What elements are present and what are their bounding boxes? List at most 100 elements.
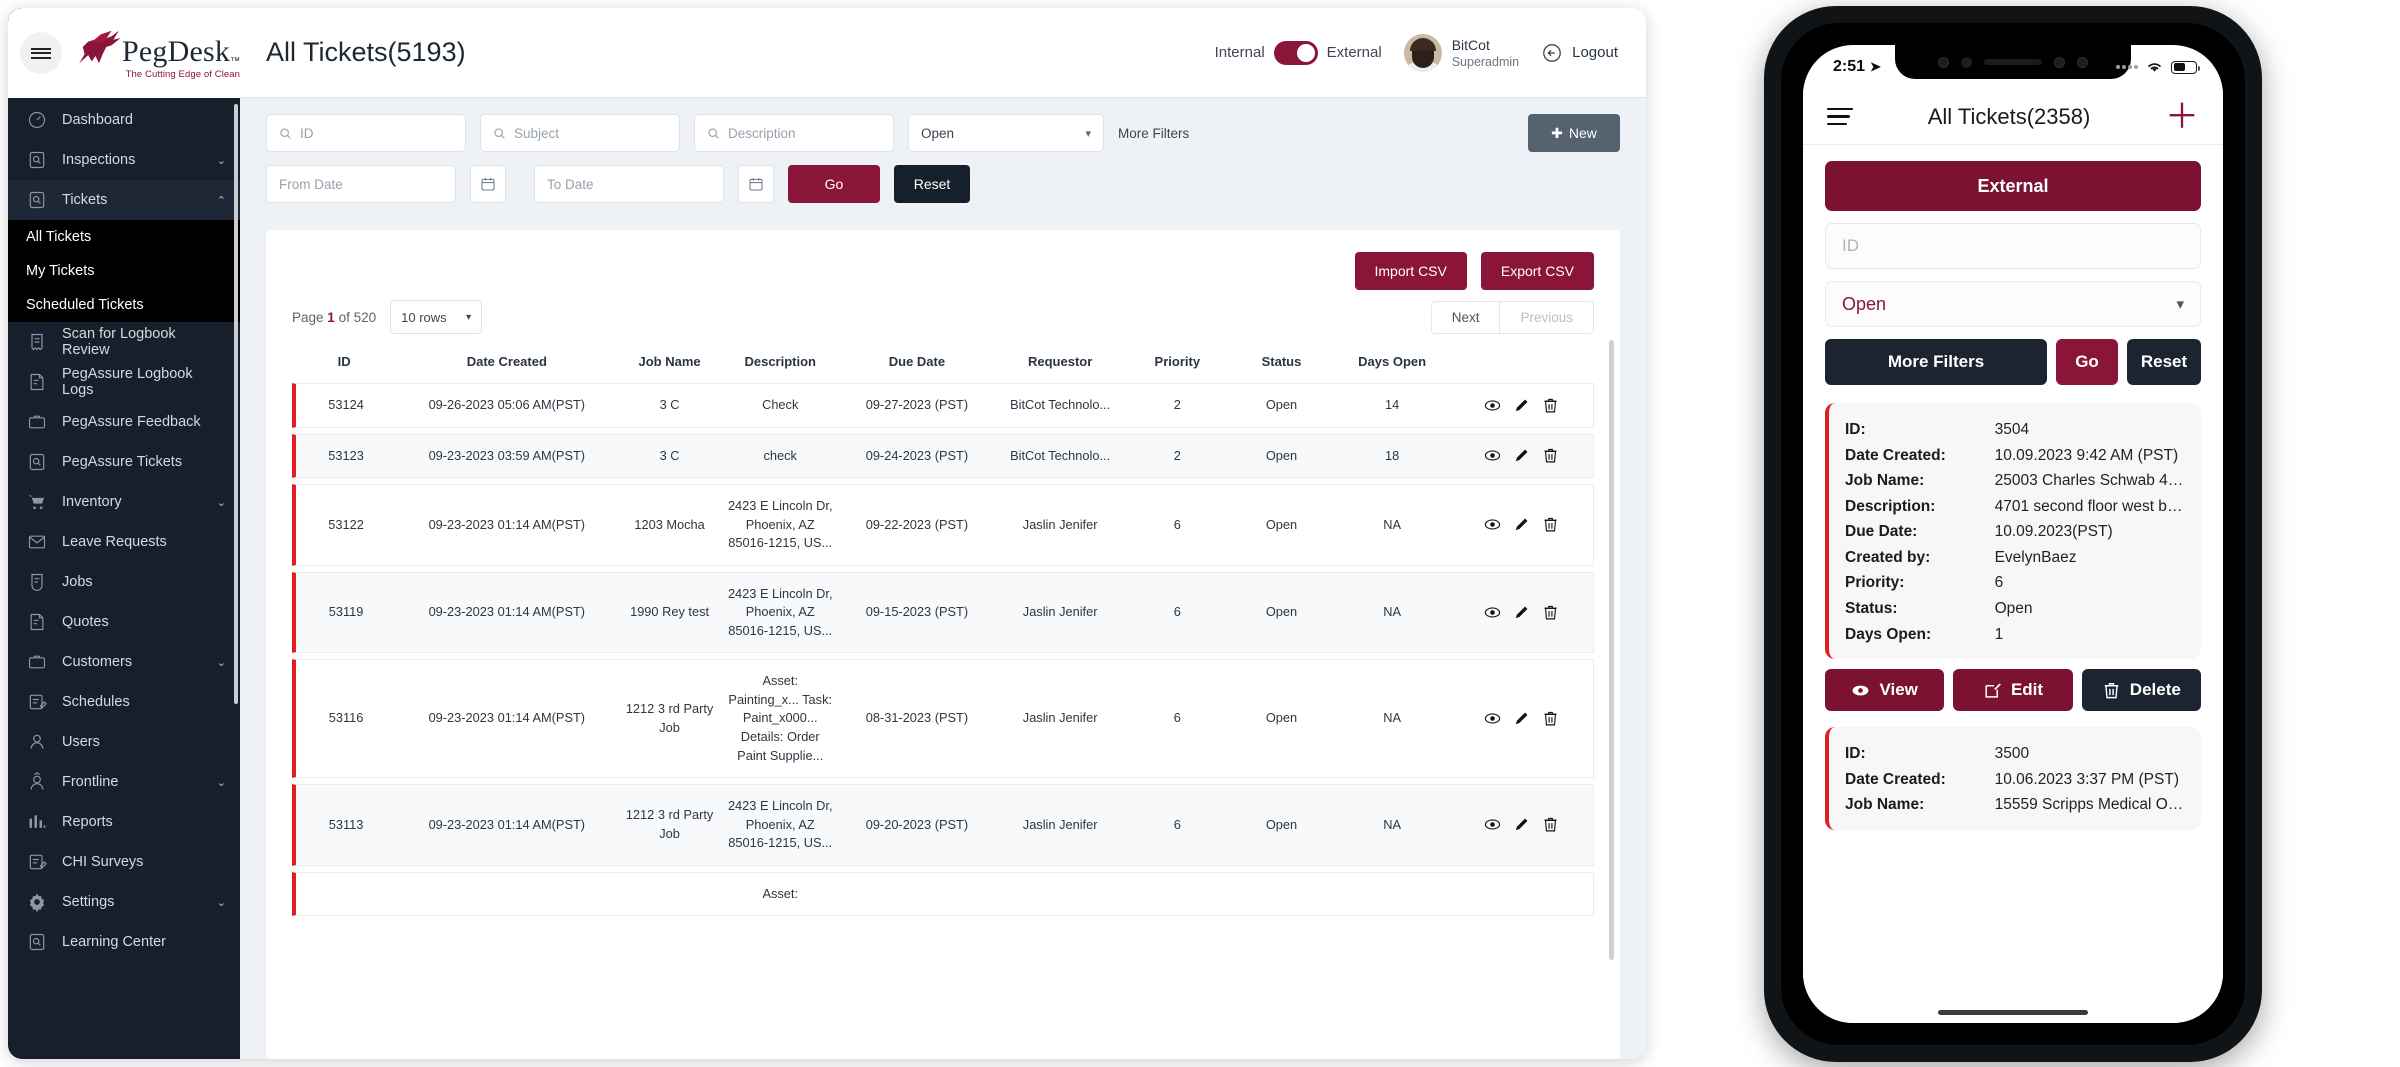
column-header-days-open[interactable]: Days Open xyxy=(1334,344,1451,377)
from-date-calendar-button[interactable] xyxy=(470,165,506,203)
app-logo[interactable]: PegDesk ™ The Cutting Edge of Clean xyxy=(72,27,240,80)
column-header-date-created[interactable]: Date Created xyxy=(396,344,617,377)
edit-icon[interactable] xyxy=(1513,604,1530,621)
sidebar-item-inspections[interactable]: Inspections ⌄ xyxy=(8,140,240,180)
next-page-button[interactable]: Next xyxy=(1432,302,1500,333)
mobile-add-button[interactable]: ＋ xyxy=(2165,100,2199,134)
edit-icon[interactable] xyxy=(1513,816,1530,833)
go-button[interactable]: Go xyxy=(788,165,880,203)
sidebar-scrollbar[interactable] xyxy=(234,104,238,704)
mobile-status-select[interactable]: Open ▾ xyxy=(1825,281,2201,327)
mobile-go-button[interactable]: Go xyxy=(2056,339,2118,385)
view-icon[interactable] xyxy=(1484,447,1501,464)
sidebar-item-leave-requests[interactable]: Leave Requests xyxy=(8,522,240,562)
sidebar-item-all-tickets[interactable]: All Tickets xyxy=(8,220,240,254)
panel-scrollbar[interactable] xyxy=(1609,340,1614,960)
ticket-description: check xyxy=(722,434,839,479)
mobile-more-filters-button[interactable]: More Filters xyxy=(1825,339,2047,385)
to-date-calendar-button[interactable] xyxy=(738,165,774,203)
view-icon[interactable] xyxy=(1484,604,1501,621)
sidebar-item-schedules[interactable]: Schedules xyxy=(8,682,240,722)
mobile-ticket-card[interactable]: ID:3504Date Created:10.09.2023 9:42 AM (… xyxy=(1825,403,2201,659)
sidebar-item-quotes[interactable]: Quotes xyxy=(8,602,240,642)
reset-button[interactable]: Reset xyxy=(894,165,970,203)
sidebar-item-label: Customers xyxy=(62,654,132,670)
view-icon[interactable] xyxy=(1484,710,1501,727)
table-row[interactable]: 5312409-26-2023 05:06 AM(PST)3 CCheck09-… xyxy=(292,383,1594,428)
mobile-id-input[interactable]: ID xyxy=(1825,223,2201,269)
delete-icon[interactable] xyxy=(1542,516,1559,533)
table-row[interactable]: 5311609-23-2023 01:14 AM(PST)1212 3 rd P… xyxy=(292,659,1594,778)
column-header-priority[interactable]: Priority xyxy=(1125,344,1229,377)
logout-button[interactable]: Logout xyxy=(1541,42,1618,64)
avatar[interactable] xyxy=(1404,34,1442,72)
edit-icon[interactable] xyxy=(1513,516,1530,533)
column-header-job-name[interactable]: Job Name xyxy=(617,344,721,377)
table-row[interactable]: 5311909-23-2023 01:14 AM(PST)1990 Rey te… xyxy=(292,572,1594,654)
status-select[interactable]: Open ▾ xyxy=(908,114,1104,152)
edit-icon[interactable] xyxy=(1513,397,1530,414)
mobile-edit-button[interactable]: Edit xyxy=(1953,669,2072,711)
sidebar-item-pegassure-feedback[interactable]: PegAssure Feedback xyxy=(8,402,240,442)
user-menu[interactable]: BitCot Superadmin xyxy=(1404,34,1519,72)
mobile-external-toggle-button[interactable]: External xyxy=(1825,161,2201,211)
sidebar-item-my-tickets[interactable]: My Tickets xyxy=(8,254,240,288)
sidebar-item-chi-surveys[interactable]: CHI Surveys xyxy=(8,842,240,882)
mobile-view-button[interactable]: View xyxy=(1825,669,1944,711)
mobile-menu-button[interactable] xyxy=(1827,103,1853,130)
edit-icon[interactable] xyxy=(1513,447,1530,464)
delete-icon[interactable] xyxy=(1542,816,1559,833)
table-row[interactable]: 5312309-23-2023 03:59 AM(PST)3 Ccheck09-… xyxy=(292,434,1594,479)
table-row[interactable]: 5312209-23-2023 01:14 AM(PST)1203 Mocha2… xyxy=(292,484,1594,566)
previous-page-button[interactable]: Previous xyxy=(1499,302,1593,333)
from-date-input[interactable]: From Date xyxy=(266,165,456,203)
internal-external-toggle[interactable] xyxy=(1274,41,1318,65)
to-date-input[interactable]: To Date xyxy=(534,165,724,203)
sidebar-item-tickets[interactable]: Tickets ⌃ xyxy=(8,180,240,220)
mobile-card-line: Status:Open xyxy=(1845,596,2185,622)
table-row[interactable]: Asset: xyxy=(292,872,1594,917)
mobile-reset-button[interactable]: Reset xyxy=(2127,339,2201,385)
sidebar-item-frontline[interactable]: Frontline ⌄ xyxy=(8,762,240,802)
delete-icon[interactable] xyxy=(1542,447,1559,464)
sidebar-item-pegassure-logbook-logs[interactable]: PegAssure Logbook Logs xyxy=(8,362,240,402)
sidebar-item-pegassure-tickets[interactable]: PegAssure Tickets xyxy=(8,442,240,482)
edit-icon[interactable] xyxy=(1513,710,1530,727)
sidebar-item-users[interactable]: Users xyxy=(8,722,240,762)
sidebar-toggle-button[interactable] xyxy=(20,32,62,74)
search-input-subject[interactable]: Subject xyxy=(480,114,680,152)
export-csv-button[interactable]: Export CSV xyxy=(1481,252,1594,290)
rows-per-page-select[interactable]: 10 rows ▾ xyxy=(390,300,482,334)
delete-icon[interactable] xyxy=(1542,604,1559,621)
sidebar-item-jobs[interactable]: Jobs xyxy=(8,562,240,602)
sidebar-item-inventory[interactable]: Inventory ⌄ xyxy=(8,482,240,522)
table-row[interactable]: 5311309-23-2023 01:14 AM(PST)1212 3 rd P… xyxy=(292,784,1594,866)
import-csv-button[interactable]: Import CSV xyxy=(1355,252,1467,290)
search-input-description[interactable]: Description xyxy=(694,114,894,152)
delete-icon[interactable] xyxy=(1542,710,1559,727)
sidebar-item-customers[interactable]: Customers ⌄ xyxy=(8,642,240,682)
internal-external-toggle-group[interactable]: Internal External xyxy=(1215,41,1382,65)
receipt-icon xyxy=(26,331,48,353)
view-icon[interactable] xyxy=(1484,397,1501,414)
search-input-id[interactable]: ID xyxy=(266,114,466,152)
sidebar-item-settings[interactable]: Settings ⌄ xyxy=(8,882,240,922)
column-header-due-date[interactable]: Due Date xyxy=(839,344,995,377)
view-icon[interactable] xyxy=(1484,816,1501,833)
column-header-requestor[interactable]: Requestor xyxy=(995,344,1125,377)
sidebar-item-reports[interactable]: Reports xyxy=(8,802,240,842)
column-header-status[interactable]: Status xyxy=(1229,344,1333,377)
new-ticket-button[interactable]: ✚ New xyxy=(1528,114,1620,152)
sidebar-item-dashboard[interactable]: Dashboard xyxy=(8,100,240,140)
view-icon[interactable] xyxy=(1484,516,1501,533)
column-header-id[interactable]: ID xyxy=(292,344,396,377)
main-content: All Tickets(5193) Internal External xyxy=(240,8,1646,1059)
column-header-description[interactable]: Description xyxy=(722,344,839,377)
delete-icon[interactable] xyxy=(1542,397,1559,414)
mobile-ticket-card[interactable]: ID:3500Date Created:10.06.2023 3:37 PM (… xyxy=(1825,727,2201,830)
sidebar-item-scheduled-tickets[interactable]: Scheduled Tickets xyxy=(8,288,240,322)
mobile-delete-button[interactable]: Delete xyxy=(2082,669,2201,711)
sidebar-item-learning-center[interactable]: Learning Center xyxy=(8,922,240,962)
more-filters-link[interactable]: More Filters xyxy=(1118,126,1189,141)
sidebar-item-scan-logbook-review[interactable]: Scan for Logbook Review xyxy=(8,322,240,362)
